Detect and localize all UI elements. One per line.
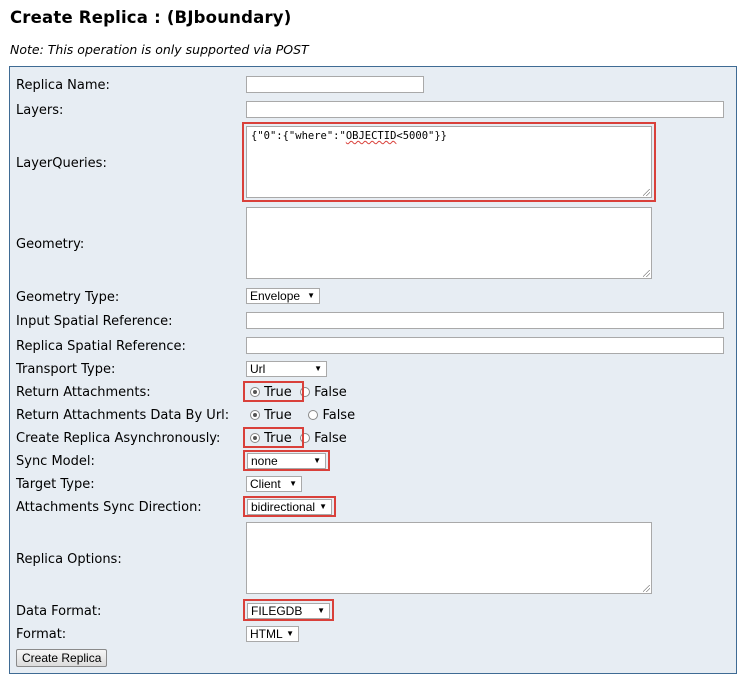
- attachments-sync-direction-select[interactable]: bidirectional ▼: [247, 499, 332, 515]
- create-async-true-label: True: [264, 431, 292, 446]
- sync-model-select[interactable]: none ▼: [247, 453, 326, 469]
- replica-name-input[interactable]: [246, 76, 424, 93]
- target-type-select[interactable]: Client ▼: [246, 476, 302, 492]
- replica-sr-input[interactable]: [246, 337, 724, 354]
- layer-queries-word: OBJECTID: [345, 130, 397, 142]
- transport-type-select[interactable]: Url ▼: [246, 361, 327, 377]
- chevron-down-icon: ▼: [317, 606, 325, 615]
- chevron-down-icon: ▼: [307, 291, 315, 300]
- return-attachments-true-radio[interactable]: [250, 387, 260, 397]
- layer-queries-prefix: {"0":{"where":": [251, 130, 346, 142]
- layers-input[interactable]: [246, 101, 724, 118]
- return-attachments-url-false-label: False: [322, 408, 356, 423]
- return-attachments-url-true-label: True: [264, 408, 292, 423]
- chevron-down-icon: ▼: [319, 502, 327, 511]
- create-replica-button[interactable]: Create Replica: [16, 649, 108, 667]
- resize-grip-icon[interactable]: [643, 585, 650, 592]
- return-attachments-radios: True False: [250, 385, 347, 400]
- target-type-value: Client: [250, 477, 281, 491]
- data-format-value: FILEGDB: [251, 604, 303, 618]
- data-format-select[interactable]: FILEGDB ▼: [247, 603, 330, 619]
- input-sr-label: Input Spatial Reference:: [16, 314, 173, 329]
- return-attachments-true-label: True: [264, 385, 292, 400]
- resize-grip-icon[interactable]: [643, 270, 650, 277]
- layer-queries-suffix: <5000"}}: [396, 130, 447, 142]
- return-attachments-url-false-radio[interactable]: [308, 410, 319, 420]
- replica-options-textarea[interactable]: [246, 522, 652, 594]
- geometry-type-label: Geometry Type:: [16, 290, 120, 305]
- create-async-true-radio[interactable]: [250, 433, 260, 443]
- attachments-sync-direction-label: Attachments Sync Direction:: [16, 500, 202, 515]
- create-async-label: Create Replica Asynchronously:: [16, 431, 221, 446]
- data-format-label: Data Format:: [16, 604, 102, 619]
- create-async-radios: True False: [250, 431, 347, 446]
- format-value: HTML: [250, 627, 283, 641]
- return-attachments-label: Return Attachments:: [16, 385, 151, 400]
- create-async-false-radio[interactable]: [300, 433, 311, 443]
- layer-queries-label: LayerQueries:: [16, 156, 107, 171]
- create-async-false-label: False: [314, 431, 347, 446]
- return-attachments-url-radios: True False: [250, 408, 355, 423]
- geometry-label: Geometry:: [16, 237, 85, 252]
- sync-model-label: Sync Model:: [16, 454, 95, 469]
- return-attachments-url-label: Return Attachments Data By Url:: [16, 408, 230, 423]
- return-attachments-false-label: False: [314, 385, 347, 400]
- resize-grip-icon[interactable]: [643, 189, 650, 196]
- replica-name-label: Replica Name:: [16, 78, 110, 93]
- return-attachments-url-true-radio[interactable]: [250, 410, 260, 420]
- replica-options-label: Replica Options:: [16, 552, 122, 567]
- chevron-down-icon: ▼: [313, 456, 321, 465]
- geometry-textarea[interactable]: [246, 207, 652, 279]
- geometry-type-select[interactable]: Envelope ▼: [246, 288, 320, 304]
- post-note: Note: This operation is only supported v…: [10, 42, 309, 57]
- layer-queries-textarea[interactable]: {"0":{"where":"OBJECTID<5000"}}: [246, 126, 652, 198]
- target-type-label: Target Type:: [16, 477, 95, 492]
- chevron-down-icon: ▼: [289, 479, 297, 488]
- replica-sr-label: Replica Spatial Reference:: [16, 339, 186, 354]
- attachments-sync-direction-value: bidirectional: [251, 500, 316, 514]
- sync-model-value: none: [251, 454, 278, 468]
- page-title: Create Replica : (BJboundary): [10, 8, 292, 27]
- chevron-down-icon: ▼: [314, 364, 322, 373]
- geometry-type-value: Envelope: [250, 289, 301, 303]
- format-select[interactable]: HTML ▼: [246, 626, 299, 642]
- format-label: Format:: [16, 627, 67, 642]
- input-sr-input[interactable]: [246, 312, 724, 329]
- layers-label: Layers:: [16, 103, 64, 118]
- return-attachments-false-radio[interactable]: [300, 387, 311, 397]
- chevron-down-icon: ▼: [286, 629, 294, 638]
- transport-type-label: Transport Type:: [16, 362, 116, 377]
- transport-type-value: Url: [250, 362, 266, 376]
